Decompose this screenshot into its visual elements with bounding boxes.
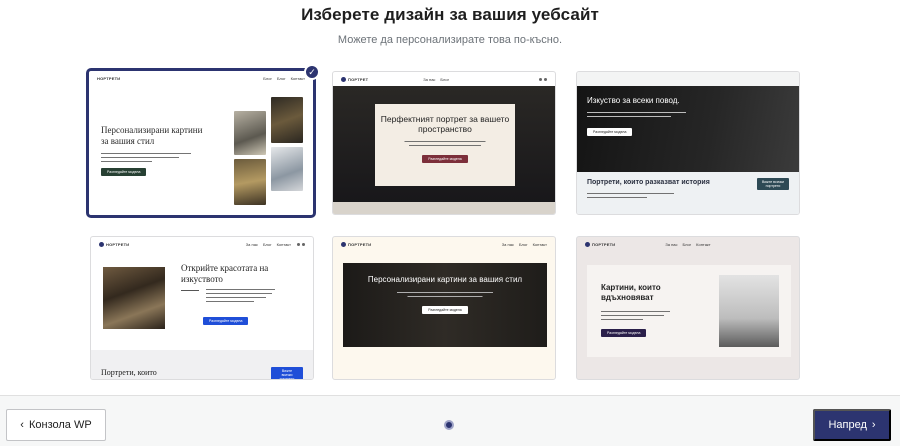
preview-nav-link: Блог xyxy=(440,76,450,82)
preview-divider xyxy=(181,290,199,291)
preview-logo: НОРТРЕТИ xyxy=(106,241,130,247)
design-card-4[interactable]: НОРТРЕТИ За нас Блог Контакт Открийте кр… xyxy=(90,236,314,380)
preview-nav-link: За нас xyxy=(245,241,258,247)
preview-paragraph: ▬▬▬▬▬▬▬▬▬▬▬▬▬▬▬▬▬▬▬▬▬▬▬ ▬▬▬▬▬▬▬▬▬▬▬▬▬▬▬▬… xyxy=(601,309,670,321)
logo-icon xyxy=(585,241,590,247)
chevron-left-icon: ‹ xyxy=(20,418,24,431)
design-grid: НОРТРЕТИ Блог Блог Контакт Персонализира… xyxy=(86,64,802,380)
preview-section-button: Вижте всички портрети xyxy=(757,178,789,190)
page-title: Изберете дизайн за вашия уебсайт xyxy=(301,5,599,24)
preview-hero: Картини, които вдъхновяват ▬▬▬▬▬▬▬▬▬▬▬▬▬… xyxy=(587,265,791,357)
preview-nav-link: Блог xyxy=(682,241,692,247)
design-card-3[interactable]: Изкуство за всеки повод. ▬▬▬▬▬▬▬▬▬▬▬▬▬▬▬… xyxy=(576,71,800,215)
logo-icon xyxy=(341,241,346,247)
design-card-1[interactable]: НОРТРЕТИ Блог Блог Контакт Персонализира… xyxy=(86,68,316,218)
step-indicator-dot xyxy=(444,420,454,430)
preview-heading: Персонализирани картини за вашия стил xyxy=(101,125,203,146)
preview-image xyxy=(271,147,303,191)
preview-footer-strip xyxy=(333,202,555,214)
preview-heading: Картини, които вдъхновяват xyxy=(601,283,661,302)
preview-paragraph: ▬▬▬▬▬▬▬▬▬▬▬▬▬▬▬▬▬▬▬▬▬▬▬▬▬▬▬▬▬▬▬▬ ▬▬▬▬▬▬▬… xyxy=(397,290,493,298)
preview-cta-button: Разгледайте модела xyxy=(422,306,468,314)
preview-nav-link: Блог xyxy=(262,241,272,247)
next-button[interactable]: Напред › xyxy=(813,409,891,441)
design-card-6[interactable]: ПОРТРЕТИ За нас Блог Контакт Картини, ко… xyxy=(576,236,800,380)
preview-paragraph: ▬▬▬▬▬▬▬▬▬▬▬▬▬▬▬▬▬▬▬▬▬▬▬▬▬▬▬▬▬▬▬▬▬ ▬▬▬▬▬▬… xyxy=(587,110,686,118)
preview-nav-link: Блог xyxy=(518,241,528,247)
design-card-5[interactable]: ПОРТРЕТИ За нас Блог Контакт Персонализи… xyxy=(332,236,556,380)
footer-bar: ‹ Конзола WP Напред › xyxy=(0,395,900,446)
user-icon xyxy=(544,77,547,81)
preview-nav-link: За нас xyxy=(501,241,514,247)
cart-icon xyxy=(539,77,542,81)
preview-hero-box: Перфектният портрет за вашето пространст… xyxy=(375,104,515,186)
preview-section-heading: Портрети, които xyxy=(101,368,157,377)
chevron-right-icon: › xyxy=(871,418,876,431)
preview-nav-link: Контакт xyxy=(290,75,305,81)
preview-logo: ПОРТРЕТИ xyxy=(348,241,372,247)
preview-nav-link: Контакт xyxy=(532,241,547,247)
preview-nav: НОРТРЕТИ За нас Блог Контакт xyxy=(91,237,313,251)
next-button-label: Напред xyxy=(828,419,867,431)
preview-cta-button: Разгледайте модела xyxy=(203,317,249,325)
preview-cta-button: Разгледайте модела xyxy=(601,329,647,337)
page-subtitle: Можете да персонализирате това по-късно. xyxy=(337,34,563,46)
preview-nav-link: Блог xyxy=(263,75,272,81)
preview-image xyxy=(234,159,266,205)
user-icon xyxy=(302,242,305,246)
preview-nav-link: Контакт xyxy=(276,241,291,247)
preview-nav-link: За нас xyxy=(423,76,436,82)
preview-image xyxy=(103,267,165,329)
preview-nav-link: Контакт xyxy=(696,241,711,247)
preview-image xyxy=(271,97,303,143)
preview-cta-button: Разгледайте модела xyxy=(587,128,633,136)
preview-paragraph: ▬▬▬▬▬▬▬▬▬▬▬▬▬▬▬▬▬▬▬▬▬▬▬▬▬▬▬ ▬▬▬▬▬▬▬▬▬▬▬▬… xyxy=(404,139,486,147)
logo-icon xyxy=(341,76,346,82)
preview-nav-link: За нас xyxy=(665,241,678,247)
preview-cta-button: Разгледайте модела xyxy=(101,168,147,176)
preview-nav xyxy=(577,72,799,86)
preview-hero: Персонализирани картини за вашия стил ▬▬… xyxy=(343,263,547,347)
selected-check-icon: ✓ xyxy=(304,64,320,80)
preview-image xyxy=(719,275,779,347)
cart-icon xyxy=(297,242,300,246)
design-card-2[interactable]: ПОРТРЕТ За нас Блог Перфектният портрет … xyxy=(332,71,556,215)
onboarding-screen: Изберете дизайн за вашия уебсайт Можете … xyxy=(0,0,900,446)
preview-logo: ПОРТРЕТИ xyxy=(592,241,616,247)
preview-heading: Открийте красотата на изкуството xyxy=(181,263,269,284)
preview-nav-link: Блог xyxy=(276,75,286,81)
preview-logo: ПОРТРЕТ xyxy=(348,76,369,82)
preview-image xyxy=(234,111,266,155)
preview-paragraph: ▬▬▬▬▬▬▬▬▬▬▬▬▬▬▬▬▬▬▬▬▬▬▬▬▬▬▬▬▬ ▬▬▬▬▬▬▬▬▬▬… xyxy=(587,191,674,199)
preview-paragraph: ▬▬▬▬▬▬▬▬▬▬▬▬▬▬▬▬▬▬▬▬▬▬▬ ▬▬▬▬▬▬▬▬▬▬▬▬▬▬▬▬… xyxy=(206,287,275,303)
preview-nav: НОРТРЕТИ Блог Блог Контакт xyxy=(89,71,313,85)
preview-nav: ПОРТРЕТИ За нас Блог Контакт xyxy=(333,237,555,251)
back-button-label: Конзола WP xyxy=(28,419,92,431)
preview-section-button: Вижте всички портрети xyxy=(271,367,303,379)
preview-heading: Перфектният портрет за вашето пространст… xyxy=(380,114,510,134)
preview-heading: Персонализирани картини за вашия стил xyxy=(367,275,523,284)
back-to-wp-console-button[interactable]: ‹ Конзола WP xyxy=(6,409,106,441)
preview-section-heading: Портрети, които разказват история xyxy=(587,179,710,186)
preview-logo: НОРТРЕТИ xyxy=(97,75,121,81)
logo-icon xyxy=(99,241,104,247)
preview-cta-button: Разгледайте модела xyxy=(422,155,468,163)
preview-paragraph: ▬▬▬▬▬▬▬▬▬▬▬▬▬▬▬▬▬▬▬▬▬▬▬▬▬▬▬▬▬▬ ▬▬▬▬▬▬▬▬▬… xyxy=(101,151,191,163)
preview-nav: ПОРТРЕТИ За нас Блог Контакт xyxy=(577,237,799,251)
preview-heading: Изкуство за всеки повод. xyxy=(587,96,680,105)
preview-nav: ПОРТРЕТ За нас Блог xyxy=(333,72,555,86)
